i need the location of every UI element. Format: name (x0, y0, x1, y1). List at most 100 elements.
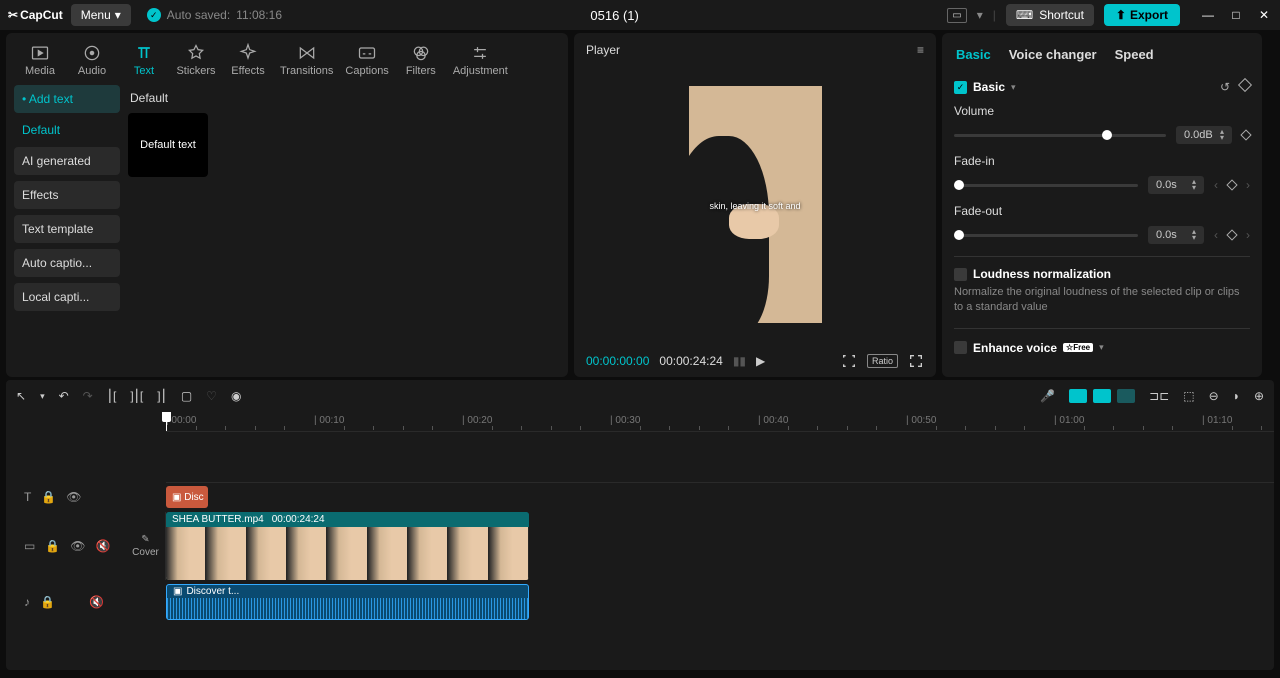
separator: | (993, 8, 996, 22)
delete-tool[interactable]: ▢ (181, 389, 192, 403)
sidebar-item-autocaption[interactable]: Auto captio... (14, 249, 120, 277)
mic-icon[interactable]: 🎤 (1040, 389, 1055, 403)
redo-button[interactable]: ↷ (83, 389, 93, 403)
text-track-lane[interactable]: ▣ Disc (166, 482, 1274, 512)
track-chip-3[interactable] (1117, 389, 1135, 403)
audio-clip[interactable]: ▣Discover t... (166, 584, 529, 620)
undo-button[interactable]: ↶ (59, 389, 69, 403)
loudness-checkbox[interactable] (954, 268, 967, 281)
sidebar-item-default[interactable]: Default (14, 119, 120, 141)
sidebar-item-ai[interactable]: AI generated (14, 147, 120, 175)
selection-tool[interactable]: ↖ (16, 389, 26, 403)
default-text-thumb[interactable]: Default text (128, 113, 208, 177)
shortcut-button[interactable]: ⌨ Shortcut (1006, 4, 1094, 26)
tab-basic[interactable]: Basic (956, 47, 991, 62)
audio-track-icon[interactable]: ♪ (24, 595, 30, 609)
split-right-tool[interactable]: ]⎮ (157, 389, 167, 403)
add-text-button[interactable]: • Add text (14, 85, 120, 113)
clip-label: Discover t... (186, 586, 239, 597)
hamburger-icon[interactable]: ≡ (917, 43, 924, 57)
video-clip[interactable]: SHEA BUTTER.mp400:00:24:24 (166, 512, 529, 580)
keyframe-icon[interactable] (1226, 179, 1237, 190)
chevron-down-icon[interactable]: ▾ (1099, 342, 1104, 353)
track-chip-1[interactable] (1069, 389, 1087, 403)
fullscreen-icon[interactable] (908, 353, 924, 369)
split-left-tool[interactable]: ]⎮[ (130, 389, 143, 403)
tab-filters[interactable]: Filters (395, 39, 447, 81)
menu-button[interactable]: Menu ▾ (71, 4, 131, 26)
play-button[interactable]: ▶ (756, 354, 765, 368)
marker-tool[interactable]: ◉ (231, 389, 241, 403)
ratio-button[interactable]: Ratio (867, 354, 898, 368)
prev-keyframe-icon[interactable]: ‹ (1214, 228, 1218, 242)
tab-captions[interactable]: Captions (339, 39, 394, 81)
close-button[interactable]: ✕ (1256, 8, 1272, 22)
sidebar-item-localcaption[interactable]: Local capti... (14, 283, 120, 311)
maximize-button[interactable]: □ (1228, 8, 1244, 22)
tab-stickers[interactable]: Stickers (170, 39, 222, 81)
tab-effects[interactable]: Effects (222, 39, 274, 81)
sidebar-item-effects[interactable]: Effects (14, 181, 120, 209)
video-track-icon[interactable]: ▭ (24, 539, 35, 553)
chevron-down-icon[interactable]: ▾ (1011, 82, 1016, 93)
tool-chevron[interactable]: ▾ (40, 391, 45, 402)
cover-button[interactable]: ✎ Cover (126, 512, 166, 580)
favorite-tool[interactable]: ♡ (206, 389, 217, 403)
tab-adjustment[interactable]: Adjustment (447, 39, 514, 81)
lock-icon[interactable]: 🔒 (40, 595, 55, 609)
tab-media[interactable]: Media (14, 39, 66, 81)
stepper-icon[interactable]: ▴▾ (1192, 229, 1196, 241)
prev-keyframe-icon[interactable]: ‹ (1214, 178, 1218, 192)
tab-transitions[interactable]: Transitions (274, 39, 339, 81)
next-keyframe-icon[interactable]: › (1246, 178, 1250, 192)
layout-icon[interactable]: ▭ (947, 8, 966, 23)
eye-icon[interactable]: 👁 (70, 539, 85, 553)
keyframe-icon[interactable] (1238, 78, 1252, 92)
audio-track-lane[interactable]: ▣Discover t... (166, 580, 1274, 624)
tab-audio[interactable]: Audio (66, 39, 118, 81)
eye-icon[interactable]: 👁 (66, 490, 81, 504)
zoom-slider-icon[interactable]: ◗ (1233, 389, 1240, 403)
track-chip-2[interactable] (1093, 389, 1111, 403)
timeline-ruler[interactable]: | 00:00| 00:10| 00:20| 00:30| 00:40| 00:… (166, 412, 1274, 432)
enhance-checkbox[interactable] (954, 341, 967, 354)
mute-icon[interactable]: 🔇 (96, 539, 111, 553)
mute-icon[interactable]: 🔇 (89, 595, 104, 609)
text-clip[interactable]: ▣ Disc (166, 486, 208, 508)
next-keyframe-icon[interactable]: › (1246, 228, 1250, 242)
chevron-down-icon[interactable]: ▾ (977, 8, 983, 22)
tab-text[interactable]: Text (118, 39, 170, 81)
minimize-button[interactable]: — (1200, 8, 1216, 22)
magnet-icon[interactable]: ⊐⊏ (1149, 389, 1169, 403)
compare-icon[interactable]: ▮▮ (733, 354, 746, 368)
timeline-tracks: T 🔒 👁 ▣ Disc ▭ 🔒 👁 🔇 ✎ Cover (6, 432, 1274, 624)
scan-icon[interactable] (841, 353, 857, 369)
link-icon[interactable]: ⬚ (1183, 389, 1194, 403)
volume-slider[interactable] (954, 134, 1166, 137)
fadeout-slider[interactable] (954, 234, 1138, 237)
fadein-value[interactable]: 0.0s▴▾ (1148, 176, 1204, 194)
tab-voice-changer[interactable]: Voice changer (1009, 47, 1097, 62)
timeline: | 00:00| 00:10| 00:20| 00:30| 00:40| 00:… (6, 412, 1274, 670)
basic-checkbox[interactable]: ✓ (954, 81, 967, 94)
video-track-lane[interactable]: SHEA BUTTER.mp400:00:24:24 (166, 512, 1274, 580)
playhead[interactable] (166, 412, 167, 431)
split-tool[interactable]: ⎮[ (107, 389, 117, 403)
lock-icon[interactable]: 🔒 (41, 490, 56, 504)
keyframe-icon[interactable] (1240, 129, 1251, 140)
tab-speed[interactable]: Speed (1115, 47, 1154, 62)
stepper-icon[interactable]: ▴▾ (1192, 179, 1196, 191)
stepper-icon[interactable]: ▴▾ (1220, 129, 1224, 141)
fadein-slider[interactable] (954, 184, 1138, 187)
volume-value[interactable]: 0.0dB▴▾ (1176, 126, 1232, 144)
lock-icon[interactable]: 🔒 (45, 539, 60, 553)
reset-icon[interactable]: ↺ (1220, 80, 1230, 94)
zoom-in-icon[interactable]: ⊕ (1254, 389, 1264, 403)
zoom-out-icon[interactable]: ⊖ (1209, 389, 1219, 403)
keyframe-icon[interactable] (1226, 229, 1237, 240)
export-button[interactable]: ⬆ Export (1104, 4, 1180, 26)
fadeout-value[interactable]: 0.0s▴▾ (1148, 226, 1204, 244)
player-viewport[interactable]: skin, leaving it soft and (574, 63, 936, 345)
text-track-icon[interactable]: T (24, 490, 31, 504)
sidebar-item-template[interactable]: Text template (14, 215, 120, 243)
